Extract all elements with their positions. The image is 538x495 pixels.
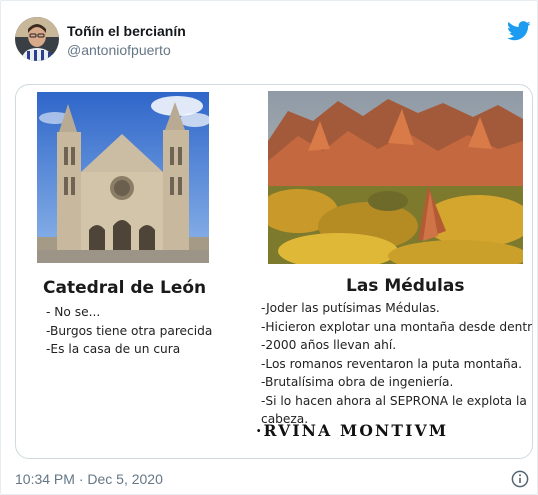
avatar[interactable] xyxy=(15,17,59,61)
medulas-title: Las Médulas xyxy=(346,276,465,296)
tweet-timestamp[interactable]: 10:34 PM · Dec 5, 2020 xyxy=(15,471,163,487)
tweet-card: Toñín el bercianín @antoniofpuerto Cated… xyxy=(0,0,538,495)
medulas-note: -Si lo hacen ahora al SEPRONA le explota… xyxy=(261,393,527,408)
medulas-note: -Los romanos reventaron la puta montaña. xyxy=(261,356,522,371)
medulas-photo xyxy=(268,91,523,264)
cathedral-note: -Es la casa de un cura xyxy=(46,342,181,356)
ruina-montium-motto: ·RVINA MONTIVM xyxy=(256,421,449,440)
cathedral-note: - No se... xyxy=(46,305,101,319)
cathedral-photo xyxy=(37,92,209,263)
author-name[interactable]: Toñín el bercianín xyxy=(67,23,186,39)
cathedral-note: -Burgos tiene otra parecida xyxy=(46,323,213,338)
medulas-note: -Brutalísima obra de ingeniería. xyxy=(261,375,454,389)
medulas-note: -Joder las putísimas Médulas. xyxy=(261,301,440,315)
tweet-header: Toñín el bercianín @antoniofpuerto xyxy=(15,15,535,65)
cathedral-title: Catedral de León xyxy=(43,278,207,298)
author-handle[interactable]: @antoniofpuerto xyxy=(67,42,171,58)
medulas-note: -Hicieron explotar una montaña desde den… xyxy=(261,319,533,334)
medulas-notes: -Joder las putísimas Médulas. -Hicieron … xyxy=(261,299,533,429)
cathedral-notes: - No se... -Burgos tiene otra parecida -… xyxy=(46,303,212,359)
medulas-note: -2000 años llevan ahí. xyxy=(261,338,397,352)
info-icon[interactable] xyxy=(511,470,529,488)
tweet-footer: 10:34 PM · Dec 5, 2020 xyxy=(15,468,535,488)
twitter-bird-icon[interactable] xyxy=(507,21,531,41)
tweet-image[interactable]: Catedral de León Las Médulas - No se... … xyxy=(15,84,533,459)
